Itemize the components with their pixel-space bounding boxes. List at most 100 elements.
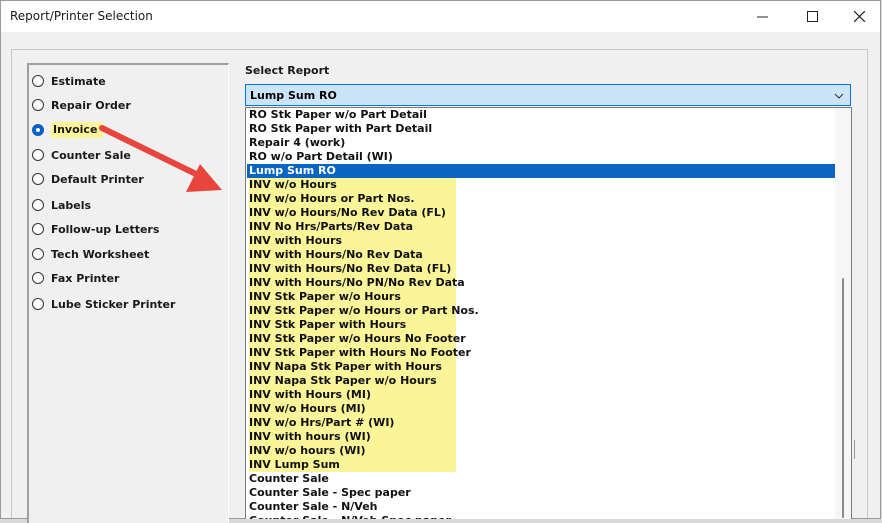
radio-option[interactable]: Repair Order [32, 96, 131, 114]
list-item[interactable]: INV Stk Paper w/o Hours No Footer [247, 332, 835, 346]
list-item-label: Counter Sale [249, 472, 329, 485]
list-item-label: INV w/o Hrs/Part # (WI) [249, 416, 456, 430]
annotation-arrow-icon [99, 125, 222, 192]
close-icon [853, 11, 865, 22]
list-item[interactable]: Counter Sale - N/Veh [247, 500, 835, 514]
radio-option[interactable]: Fax Printer [32, 269, 119, 287]
list-item[interactable]: INV with Hours (MI) [247, 388, 835, 402]
list-item-label: INV Napa Stk Paper with Hours [249, 360, 456, 374]
list-item[interactable]: INV w/o hours (WI) [247, 444, 835, 458]
list-item[interactable]: INV Stk Paper with Hours No Footer [247, 346, 835, 360]
list-item[interactable]: Counter Sale - N/Veh Spec paper [247, 514, 835, 519]
list-item[interactable]: INV Napa Stk Paper with Hours [247, 360, 835, 374]
list-item[interactable]: INV with Hours/No Rev Data (FL) [247, 262, 835, 276]
list-item-label: INV with Hours [249, 234, 456, 248]
maximize-button[interactable] [789, 1, 835, 32]
report-dropdown-list[interactable]: RO Stk Paper w/o Part Detail RO Stk Paper… [245, 107, 852, 519]
radio-option-label: Lube Sticker Printer [51, 297, 176, 311]
radio-option-label: Follow-up Letters [51, 222, 160, 236]
close-button[interactable] [836, 1, 880, 32]
list-item[interactable]: Counter Sale [247, 472, 835, 486]
select-report-label: Select Report [245, 64, 330, 77]
list-item[interactable]: INV Stk Paper w/o Hours or Part Nos. [247, 304, 835, 318]
radio-option[interactable]: Follow-up Letters [32, 220, 159, 238]
minimize-button[interactable] [739, 1, 785, 32]
list-item[interactable]: INV No Hrs/Parts/Rev Data [247, 220, 835, 234]
list-item-label: INV w/o Hours [249, 178, 456, 192]
list-item[interactable]: INV w/o Hours or Part Nos. [247, 192, 835, 206]
radio-option[interactable]: Invoice [32, 121, 104, 139]
window-title: Report/Printer Selection [10, 9, 153, 23]
list-item-label: INV Napa Stk Paper w/o Hours [249, 374, 456, 388]
list-item[interactable]: Repair 4 (work) [247, 136, 835, 150]
radio-unchecked-icon[interactable] [32, 223, 44, 235]
radio-unchecked-icon[interactable] [32, 149, 44, 161]
list-item-label: Counter Sale - N/Veh [249, 500, 378, 513]
radio-checked-icon[interactable] [32, 124, 44, 136]
list-item[interactable]: RO Stk Paper w/o Part Detail [247, 108, 835, 122]
title-bar: Report/Printer Selection [1, 1, 880, 32]
radio-unchecked-icon[interactable] [32, 199, 44, 211]
list-item-label: INV with hours (WI) [249, 430, 456, 444]
list-item-label: INV Lump Sum [249, 458, 456, 472]
list-item-label: Lump Sum RO [249, 164, 336, 177]
radio-option[interactable]: Estimate [32, 72, 106, 90]
maximize-icon [806, 11, 818, 22]
list-item[interactable]: RO Stk Paper with Part Detail [247, 122, 835, 136]
list-item-selected[interactable]: Lump Sum RO [247, 164, 835, 178]
list-item[interactable]: INV Napa Stk Paper w/o Hours [247, 374, 835, 388]
minimize-icon [756, 16, 768, 18]
report-list-items: RO Stk Paper w/o Part Detail RO Stk Paper… [247, 108, 835, 519]
list-item[interactable]: INV with Hours [247, 234, 835, 248]
radio-option-label: Repair Order [51, 98, 131, 112]
list-item-label: INV Stk Paper w/o Hours [249, 290, 456, 304]
list-item-label: INV with Hours/No Rev Data [249, 248, 456, 262]
radio-unchecked-icon[interactable] [32, 75, 44, 87]
list-item[interactable]: INV w/o Hrs/Part # (WI) [247, 416, 835, 430]
radio-option-label: Fax Printer [51, 271, 120, 285]
list-item-label: INV Stk Paper w/o Hours or Part Nos. [249, 304, 479, 318]
list-item-label: INV with Hours (MI) [249, 388, 456, 402]
list-item-label: INV Stk Paper with Hours [249, 318, 456, 332]
list-item-label: Counter Sale - N/Veh Spec paper [249, 514, 451, 519]
radio-option[interactable]: Labels [32, 196, 91, 214]
list-item-label: INV w/o hours (WI) [249, 444, 456, 458]
list-item-label: RO Stk Paper with Part Detail [249, 122, 433, 135]
list-item-label: INV w/o Hours/No Rev Data (FL) [249, 206, 456, 220]
list-item[interactable]: INV Stk Paper with Hours [247, 318, 835, 332]
radio-unchecked-icon[interactable] [32, 248, 44, 260]
list-item[interactable]: INV Lump Sum [247, 458, 835, 472]
list-item[interactable]: INV w/o Hours/No Rev Data (FL) [247, 206, 835, 220]
list-item[interactable]: INV with Hours/No PN/No Rev Data [247, 276, 835, 290]
radio-option-label: Estimate [51, 74, 106, 88]
list-item[interactable]: INV w/o Hours (MI) [247, 402, 835, 416]
list-item-label: RO w/o Part Detail (WI) [249, 150, 393, 163]
list-item-label: INV Stk Paper w/o Hours No Footer [249, 332, 466, 346]
select-report-value: Lump Sum RO [250, 89, 337, 102]
list-item-label: INV w/o Hours (MI) [249, 402, 456, 416]
select-report-combobox[interactable]: Lump Sum RO [245, 84, 851, 106]
list-item[interactable]: INV Stk Paper w/o Hours [247, 290, 835, 304]
list-item-label: RO Stk Paper w/o Part Detail [249, 108, 427, 121]
list-item-label: INV Stk Paper with Hours No Footer [249, 346, 471, 360]
list-item-label: INV with Hours/No PN/No Rev Data [249, 276, 465, 290]
radio-option[interactable]: Lube Sticker Printer [32, 295, 175, 313]
list-scrollbar[interactable] [835, 108, 851, 519]
list-item-label: INV with Hours/No Rev Data (FL) [249, 262, 456, 276]
list-item[interactable]: RO w/o Part Detail (WI) [247, 150, 835, 164]
list-item-label: Repair 4 (work) [249, 136, 346, 149]
list-item[interactable]: INV with hours (WI) [247, 430, 835, 444]
radio-option-label: Labels [51, 198, 92, 212]
radio-unchecked-icon[interactable] [32, 173, 44, 185]
chevron-down-icon[interactable] [834, 87, 844, 104]
list-item[interactable]: INV w/o Hours [247, 178, 835, 192]
list-item[interactable]: INV with Hours/No Rev Data [247, 248, 835, 262]
side-edge [851, 440, 855, 459]
list-item[interactable]: Counter Sale - Spec paper [247, 486, 835, 500]
radio-unchecked-icon[interactable] [32, 298, 44, 310]
radio-option[interactable]: Tech Worksheet [32, 245, 149, 263]
radio-unchecked-icon[interactable] [32, 99, 44, 111]
list-item-label: INV No Hrs/Parts/Rev Data [249, 220, 456, 234]
scrollbar-thumb[interactable] [842, 278, 844, 518]
radio-unchecked-icon[interactable] [32, 272, 44, 284]
